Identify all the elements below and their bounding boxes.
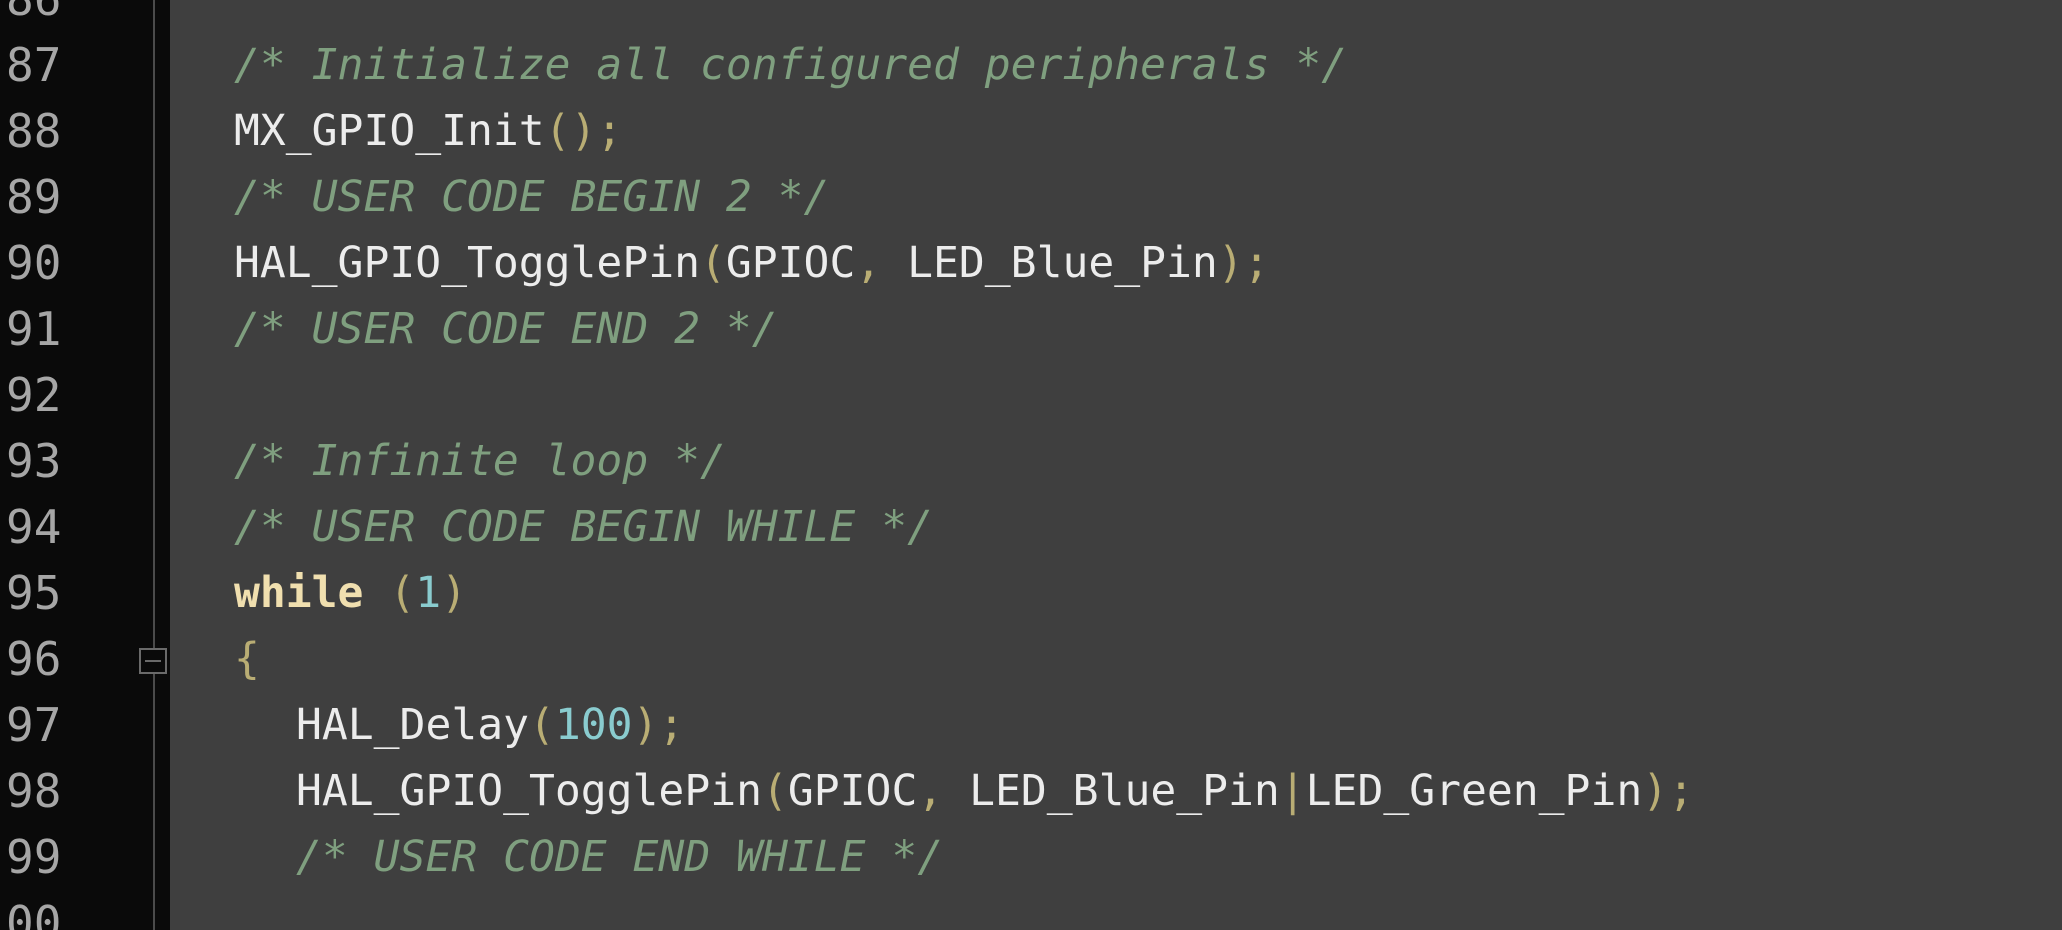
comment: /* Initialize all configured peripherals… xyxy=(234,40,1348,90)
line-number: 92 xyxy=(6,368,62,422)
comment: /* USER CODE END WHILE */ xyxy=(296,832,944,882)
argument: GPIOC xyxy=(725,238,856,288)
comment: /* USER CODE END 2 */ xyxy=(234,304,778,354)
code-line: 94 /* USER CODE BEGIN WHILE */ xyxy=(0,494,2062,560)
comment: /* Infinite loop */ xyxy=(234,436,726,486)
line-number: 90 xyxy=(6,236,62,290)
close-paren: ) xyxy=(570,106,597,156)
code-text: /* USER CODE END WHILE */ xyxy=(296,824,943,890)
open-paren: ( xyxy=(389,568,416,618)
open-paren: ( xyxy=(529,700,555,750)
code-line: 95 while (1) xyxy=(0,560,2062,626)
line-number: 94 xyxy=(6,500,62,554)
comment: /* USER CODE BEGIN 2 */ xyxy=(234,172,830,222)
line-number: 91 xyxy=(6,302,62,356)
argument: LED_Blue_Pin xyxy=(881,238,1218,288)
code-line: 00 xyxy=(0,890,2062,930)
close-paren: ) xyxy=(441,568,468,618)
number-literal: 1 xyxy=(415,568,442,618)
code-line: 98 HAL_GPIO_TogglePin(GPIOC, LED_Blue_Pi… xyxy=(0,758,2062,824)
open-paren: ( xyxy=(762,766,788,816)
code-text: while (1) xyxy=(234,560,467,626)
function-name: HAL_GPIO_TogglePin xyxy=(296,766,762,816)
code-text: HAL_GPIO_TogglePin(GPIOC, LED_Blue_Pin|L… xyxy=(296,758,1694,824)
keyword: while xyxy=(234,568,364,618)
code-text: /* Infinite loop */ xyxy=(234,428,726,494)
bitwise-or-operator: | xyxy=(1279,766,1306,816)
code-line: 87 /* Initialize all configured peripher… xyxy=(0,32,2062,98)
fold-toggle-minus-icon[interactable] xyxy=(139,648,167,674)
code-line: 92 xyxy=(0,362,2062,428)
code-line: 91 /* USER CODE END 2 */ xyxy=(0,296,2062,362)
code-text: HAL_GPIO_TogglePin(GPIOC, LED_Blue_Pin); xyxy=(234,230,1270,296)
line-number: 89 xyxy=(6,170,62,224)
argument: LED_Blue_Pin xyxy=(943,766,1280,816)
line-number: 95 xyxy=(6,566,62,620)
line-number: 96 xyxy=(6,632,62,686)
comma: , xyxy=(855,238,882,288)
line-number: 97 xyxy=(6,698,62,752)
code-line: 93 /* Infinite loop */ xyxy=(0,428,2062,494)
code-text: /* USER CODE BEGIN WHILE */ xyxy=(234,494,933,560)
code-line: 97 HAL_Delay(100); xyxy=(0,692,2062,758)
line-number: 93 xyxy=(6,434,62,488)
code-text: { xyxy=(234,626,260,692)
code-line: 96 { xyxy=(0,626,2062,692)
function-name: HAL_GPIO_TogglePin xyxy=(234,238,700,288)
comma: , xyxy=(917,766,944,816)
line-number: 99 xyxy=(6,830,62,884)
open-brace: { xyxy=(234,634,260,684)
comment: /* USER CODE BEGIN WHILE */ xyxy=(234,502,933,552)
line-number: 87 xyxy=(6,38,62,92)
code-line: 89 /* USER CODE BEGIN 2 */ xyxy=(0,164,2062,230)
open-paren: ( xyxy=(544,106,571,156)
code-text: /* Initialize all configured peripherals… xyxy=(234,32,1347,98)
code-text: /* USER CODE BEGIN 2 */ xyxy=(234,164,829,230)
argument: GPIOC xyxy=(787,766,918,816)
argument: LED_Green_Pin xyxy=(1305,766,1643,816)
code-line: 90 HAL_GPIO_TogglePin(GPIOC, LED_Blue_Pi… xyxy=(0,230,2062,296)
number-literal: 100 xyxy=(554,700,633,750)
code-line: 88 MX_GPIO_Init(); xyxy=(0,98,2062,164)
code-editor[interactable]: 86 87 /* Initialize all configured perip… xyxy=(0,0,2062,930)
close-paren: ) xyxy=(1217,238,1244,288)
code-text: /* USER CODE END 2 */ xyxy=(234,296,778,362)
semicolon: ; xyxy=(658,700,685,750)
function-name: MX_GPIO_Init xyxy=(234,106,545,156)
semicolon: ; xyxy=(596,106,623,156)
semicolon: ; xyxy=(1243,238,1270,288)
function-name: HAL_Delay xyxy=(296,700,529,750)
close-paren: ) xyxy=(632,700,659,750)
code-text: HAL_Delay(100); xyxy=(296,692,684,758)
code-line: 86 xyxy=(0,0,2062,32)
code-line: 99 /* USER CODE END WHILE */ xyxy=(0,824,2062,890)
line-number: 86 xyxy=(6,0,126,32)
open-paren: ( xyxy=(700,238,726,288)
line-number: 00 xyxy=(6,896,62,930)
close-paren: ) xyxy=(1642,766,1669,816)
line-number: 88 xyxy=(6,104,62,158)
code-text: MX_GPIO_Init(); xyxy=(234,98,622,164)
line-number: 98 xyxy=(6,764,62,818)
semicolon: ; xyxy=(1668,766,1694,816)
